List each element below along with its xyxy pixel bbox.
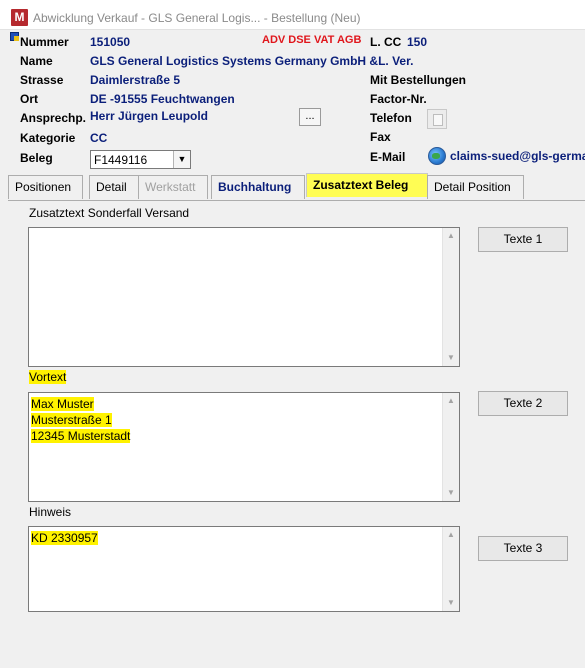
email-label: E-Mail <box>370 150 406 164</box>
title-bar: M Abwicklung Verkauf - GLS General Logis… <box>0 0 585 30</box>
hinweis-line: KD 2330957 <box>31 531 98 545</box>
name-label: Name <box>20 54 53 68</box>
tab-werkstatt: Werkstatt <box>138 175 208 199</box>
hinweis-scrollbar[interactable]: ▲ ▼ <box>442 527 459 611</box>
chevron-down-icon[interactable]: ▼ <box>173 151 190 168</box>
email-value[interactable]: claims-sued@gls-germa <box>450 149 585 163</box>
scroll-down-icon[interactable]: ▼ <box>443 350 459 366</box>
lcc-value: 150 <box>407 35 428 49</box>
kategorie-value: CC <box>90 131 108 145</box>
strasse-value: Daimlerstraße 5 <box>90 73 181 87</box>
tab-detail[interactable]: Detail <box>89 175 140 199</box>
nummer-label: Nummer <box>20 35 69 49</box>
flags-badge: ADV DSE VAT AGB <box>262 34 362 46</box>
scroll-up-icon[interactable]: ▲ <box>443 527 459 543</box>
ansprech-value: Herr Jürgen Leupold <box>90 109 209 123</box>
tab-zusatztext-beleg[interactable]: Zusatztext Beleg <box>306 173 428 197</box>
ansprech-lookup-button[interactable]: ... <box>299 108 321 126</box>
vortext-line: Musterstraße 1 <box>31 413 112 427</box>
factor-label: Factor-Nr. <box>370 92 427 106</box>
telefon-label: Telefon <box>370 111 412 125</box>
nummer-value: 151050 <box>90 35 131 49</box>
kategorie-label: Kategorie <box>20 131 76 145</box>
vortext-textarea[interactable]: Max Muster Musterstraße 1 12345 Musterst… <box>28 392 460 502</box>
scroll-up-icon[interactable]: ▲ <box>443 393 459 409</box>
scroll-down-icon[interactable]: ▼ <box>443 485 459 501</box>
app-icon: M <box>11 9 28 26</box>
hinweis-lines: KD 2330957 <box>31 530 98 546</box>
tab-positionen[interactable]: Positionen <box>8 175 83 199</box>
vortext-lines: Max Muster Musterstraße 1 12345 Musterst… <box>31 396 131 444</box>
ansprech-label: Ansprechp. <box>20 111 87 125</box>
strasse-label: Strasse <box>20 73 64 87</box>
record-icon <box>10 32 19 41</box>
fax-label: Fax <box>370 130 391 144</box>
beleg-label: Beleg <box>20 151 53 165</box>
lcc-label: L. CC <box>370 35 402 49</box>
tab-buchhaltung[interactable]: Buchhaltung <box>211 175 305 199</box>
sonderfall-scrollbar[interactable]: ▲ ▼ <box>442 228 459 366</box>
window-title: Abwicklung Verkauf - GLS General Logis..… <box>33 11 361 25</box>
texte-2-button[interactable]: Texte 2 <box>478 391 568 416</box>
vortext-scrollbar[interactable]: ▲ ▼ <box>442 393 459 501</box>
texte-3-button[interactable]: Texte 3 <box>478 536 568 561</box>
beleg-value: F1449116 <box>94 153 148 167</box>
sonderfall-textarea[interactable]: ▲ ▼ <box>28 227 460 367</box>
globe-icon[interactable] <box>428 147 446 165</box>
mit-bestellungen-label: Mit Bestellungen <box>370 73 467 87</box>
tab-detail-position[interactable]: Detail Position <box>427 175 524 199</box>
sonderfall-label: Zusatztext Sonderfall Versand <box>29 206 190 220</box>
texte-1-button[interactable]: Texte 1 <box>478 227 568 252</box>
ort-value: DE -91555 Feuchtwangen <box>90 92 235 106</box>
hinweis-textarea[interactable]: KD 2330957 ▲ ▼ <box>28 526 460 612</box>
vortext-line: Max Muster <box>31 397 94 411</box>
ort-label: Ort <box>20 92 38 106</box>
vortext-line: 12345 Musterstadt <box>31 429 131 443</box>
phone-icon[interactable] <box>427 109 447 129</box>
hinweis-label: Hinweis <box>29 505 72 519</box>
beleg-select[interactable]: F1449116 ▼ <box>90 150 191 169</box>
name-value: GLS General Logistics Systems Germany Gm… <box>90 54 414 68</box>
scroll-down-icon[interactable]: ▼ <box>443 595 459 611</box>
scroll-up-icon[interactable]: ▲ <box>443 228 459 244</box>
vortext-label: Vortext <box>29 370 67 384</box>
